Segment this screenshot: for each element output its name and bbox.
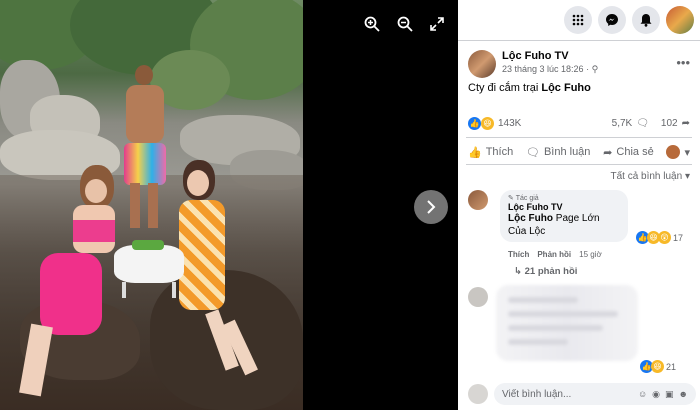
blurred-comment-reactions[interactable]: 👍 😆 21 xyxy=(640,360,676,373)
speech-bubble-icon: 🗨 xyxy=(525,146,540,159)
like-reaction-icon: 👍 xyxy=(468,117,481,130)
comment-input[interactable]: Viết bình luận... ☺ ◉ ▣ ☻ xyxy=(494,383,696,405)
commenter-avatar[interactable] xyxy=(468,190,488,210)
woman-pink-figure xyxy=(19,165,125,410)
share-count[interactable]: 102 xyxy=(661,118,678,129)
comment-filter[interactable]: Tất cả bình luận ▾ xyxy=(610,171,690,182)
author-tag: Tác giả xyxy=(515,195,539,202)
next-photo-button[interactable] xyxy=(414,190,448,224)
zoom-in-icon[interactable] xyxy=(360,12,384,36)
bell-icon[interactable] xyxy=(632,6,660,34)
woman-floral-figure xyxy=(175,160,270,390)
author-avatar[interactable] xyxy=(468,50,496,78)
comment-actions: Thích Phản hồi 15 giờ xyxy=(508,250,602,259)
zoom-out-icon[interactable] xyxy=(393,12,417,36)
post-actions: 👍 Thích 🗨 Bình luận ➦ Chia sẻ ▾ xyxy=(468,145,690,159)
sticker-icon[interactable]: ☻ xyxy=(679,389,688,400)
comment-bubble: ✎ Tác giả Lộc Fuho TV Lộc Fuho Page Lớn … xyxy=(500,190,628,242)
comment-count[interactable]: 5,7K xyxy=(612,118,633,129)
post-header: Lộc Fuho TV 23 tháng 3 lúc 18:26 · ⚲ xyxy=(468,50,598,78)
grid-icon[interactable] xyxy=(564,6,592,34)
chevron-right-icon xyxy=(427,200,436,214)
haha-reaction-icon: 😆 xyxy=(651,360,664,373)
more-options-icon[interactable]: ••• xyxy=(676,55,690,70)
expand-icon[interactable] xyxy=(425,12,449,36)
post-caption: Cty đi cắm trại Lộc Fuho xyxy=(468,82,591,94)
blurred-comment-bubble xyxy=(496,285,638,361)
comment-like-link[interactable]: Thích xyxy=(508,250,529,259)
like-button[interactable]: 👍 Thích xyxy=(468,145,513,159)
comment-composer: Viết bình luận... ☺ ◉ ▣ ☻ xyxy=(468,383,696,405)
audience-selector[interactable]: ▾ xyxy=(666,145,690,159)
commenter-name[interactable]: Lộc Fuho TV xyxy=(508,202,620,212)
chevron-down-icon: ▾ xyxy=(684,171,690,182)
post-panel: Lộc Fuho TV 23 tháng 3 lúc 18:26 · ⚲ •••… xyxy=(458,0,700,410)
comment-button[interactable]: 🗨 Bình luận xyxy=(526,145,590,159)
caption-tag[interactable]: Lộc Fuho xyxy=(541,82,591,94)
blurred-commenter-avatar[interactable] xyxy=(468,287,488,307)
comment-reply-link[interactable]: Phản hồi xyxy=(537,250,571,259)
post-photo xyxy=(0,0,303,410)
page-avatar-icon xyxy=(666,145,681,159)
author-name[interactable]: Lộc Fuho TV xyxy=(502,50,598,62)
user-avatar xyxy=(468,384,488,404)
haha-reaction-icon: 😆 xyxy=(481,117,494,130)
photo-viewer xyxy=(0,0,458,410)
comment-time: 15 giờ xyxy=(579,250,602,259)
camp-table xyxy=(114,240,184,300)
comment-count-icon: 🗨 xyxy=(636,118,649,129)
camera-icon[interactable]: ◉ xyxy=(652,389,660,400)
share-count-icon: ➦ xyxy=(681,118,690,129)
share-button[interactable]: ➦ Chia sẻ xyxy=(603,145,654,159)
author-badge-icon: ✎ xyxy=(508,195,514,202)
reaction-count: 143K xyxy=(498,118,522,129)
thumb-up-icon: 👍 xyxy=(468,146,482,159)
reply-arrow-icon: ↳ xyxy=(514,266,522,277)
messenger-icon[interactable] xyxy=(598,6,626,34)
gif-icon[interactable]: ▣ xyxy=(665,389,674,400)
chevron-down-icon: ▾ xyxy=(684,146,690,159)
man-figure xyxy=(122,65,167,228)
wow-reaction-icon: 😲 xyxy=(658,231,671,244)
comment-reactions[interactable]: 👍 😆 😲 17 xyxy=(636,231,683,244)
post-time[interactable]: 23 tháng 3 lúc 18:26 xyxy=(502,64,584,74)
emoji-icon[interactable]: ☺ xyxy=(638,389,647,400)
globe-icon: ⚲ xyxy=(591,64,599,74)
top-bar xyxy=(458,0,700,40)
share-arrow-icon: ➦ xyxy=(603,146,613,159)
view-replies-link[interactable]: ↳ 21 phản hồi xyxy=(514,266,577,277)
post-stats: 👍 😆 143K 5,7K 🗨 102 ➦ xyxy=(468,117,690,130)
comment-text: Lộc Fuho Page Lớn Của Lộc xyxy=(508,213,600,237)
profile-avatar[interactable] xyxy=(666,6,694,34)
